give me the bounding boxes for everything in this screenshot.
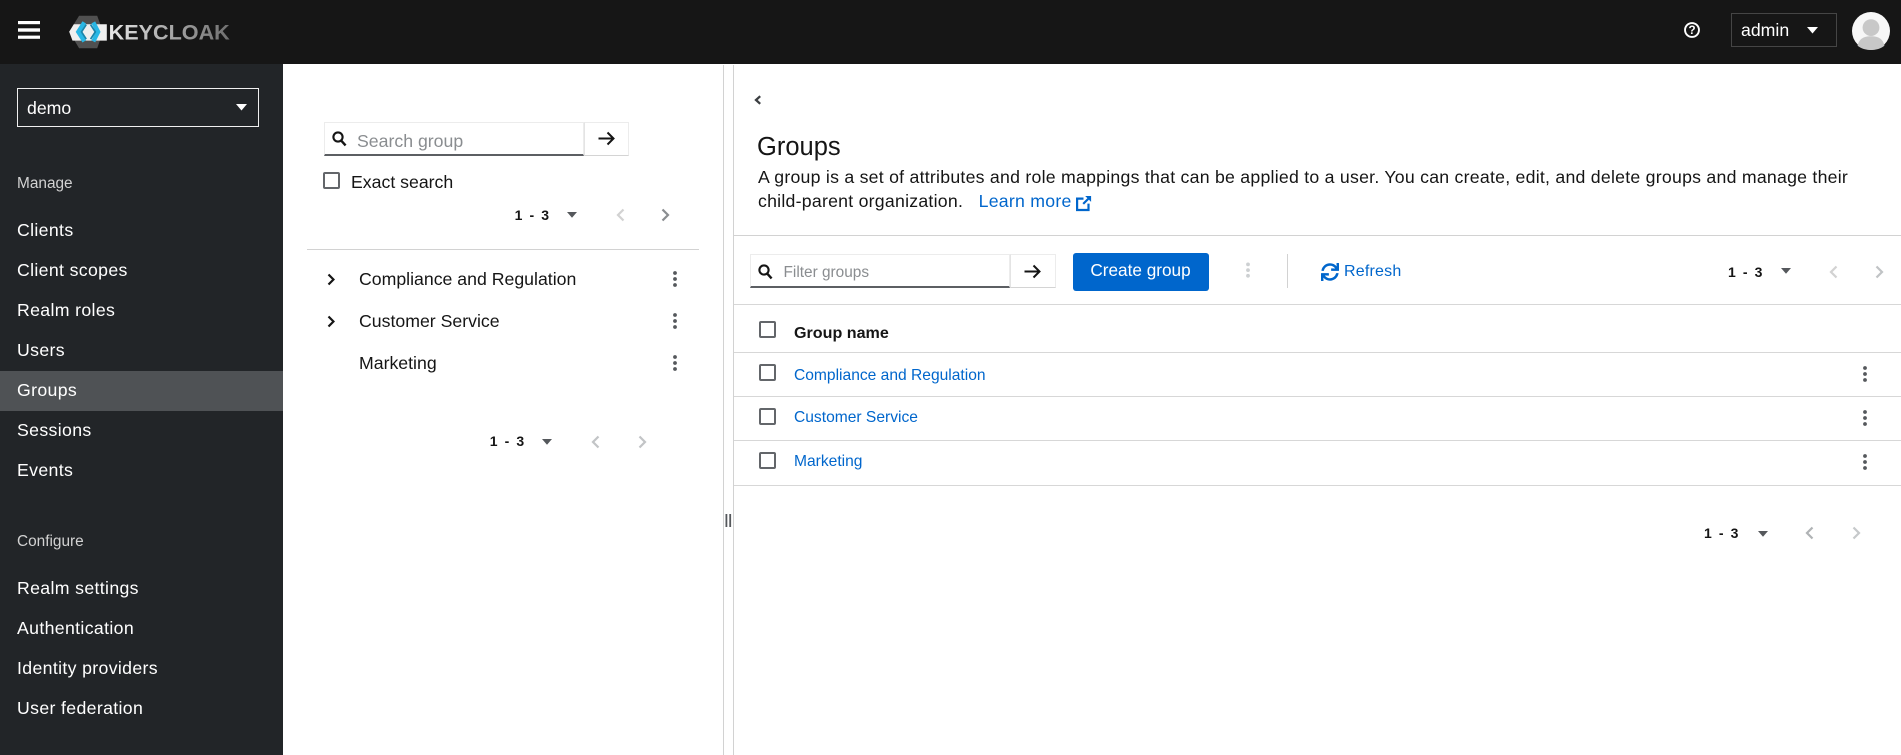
svg-text:?: ?	[1688, 24, 1695, 37]
svg-text:KEYCLOAK: KEYCLOAK	[109, 19, 231, 44]
